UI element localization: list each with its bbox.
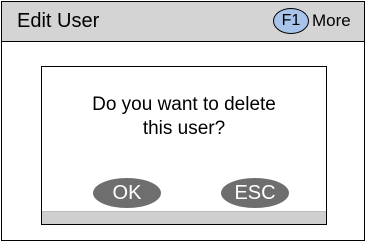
- f1-key-button[interactable]: F1: [273, 8, 309, 34]
- f1-key-label: F1: [281, 12, 301, 29]
- dialog-footer: [42, 211, 326, 224]
- title-bar: Edit User F1 More: [2, 2, 364, 42]
- esc-button[interactable]: ESC: [221, 178, 289, 208]
- screen-title: Edit User: [17, 10, 100, 32]
- dialog-message-line-1: Do you want to delete: [92, 94, 276, 115]
- more-label[interactable]: More: [312, 11, 351, 31]
- dialog-body: Do you want to delete this user? OK ESC: [42, 67, 326, 213]
- edit-user-screen: Edit User F1 More Do you want to delete …: [1, 1, 365, 241]
- dialog-message-line-2: this user?: [142, 118, 226, 139]
- ok-button-label: OK: [112, 181, 142, 204]
- delete-confirm-dialog: Do you want to delete this user? OK ESC: [41, 66, 327, 225]
- ok-button[interactable]: OK: [93, 178, 161, 208]
- esc-button-label: ESC: [234, 181, 276, 204]
- dialog-message: Do you want to delete this user?: [42, 93, 326, 141]
